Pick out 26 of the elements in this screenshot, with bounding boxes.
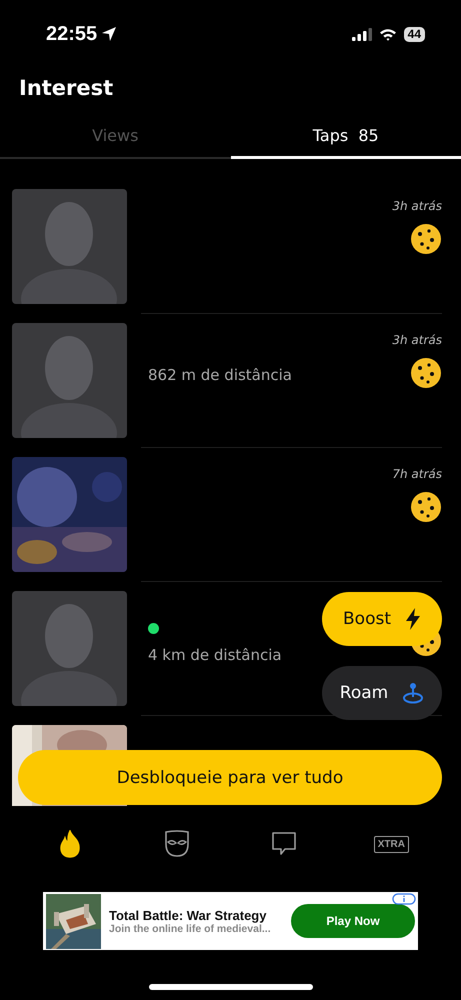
chat-icon [271, 831, 298, 857]
cookie-icon [410, 491, 442, 523]
play-now-button[interactable]: Play Now [291, 904, 415, 938]
time-text: 3h atrás [392, 199, 442, 215]
tab[interactable]: Taps 85 [230, 116, 461, 159]
cookie-icon [410, 223, 442, 255]
info-icon [392, 893, 416, 905]
clock: 22:55 [46, 22, 98, 46]
distance-text: 4 km de distância [148, 646, 283, 664]
lightning-icon [405, 608, 421, 630]
wifi-icon [378, 28, 397, 40]
signal-icon [352, 28, 372, 40]
time-text: 3h atrás [392, 333, 442, 349]
ad-title: Total Battle: War Strategy [109, 908, 266, 922]
distance-text: 862 m de distância [148, 366, 293, 384]
mask-icon [164, 830, 190, 858]
ad-subtitle: Join the online life of medieval... [109, 922, 272, 934]
cookie-icon [410, 357, 442, 389]
battery-indicator: 44 [404, 26, 425, 42]
time-text: 7h atrás [392, 467, 442, 483]
roam-button[interactable]: Roam [322, 666, 442, 720]
boost-button[interactable]: Boost [322, 592, 442, 646]
unlock-button[interactable]: Desbloqueie para ver tudo [18, 750, 442, 805]
map-pin-icon [402, 682, 424, 704]
location-arrow-icon [101, 26, 118, 42]
screen-title: Interest [18, 75, 114, 102]
